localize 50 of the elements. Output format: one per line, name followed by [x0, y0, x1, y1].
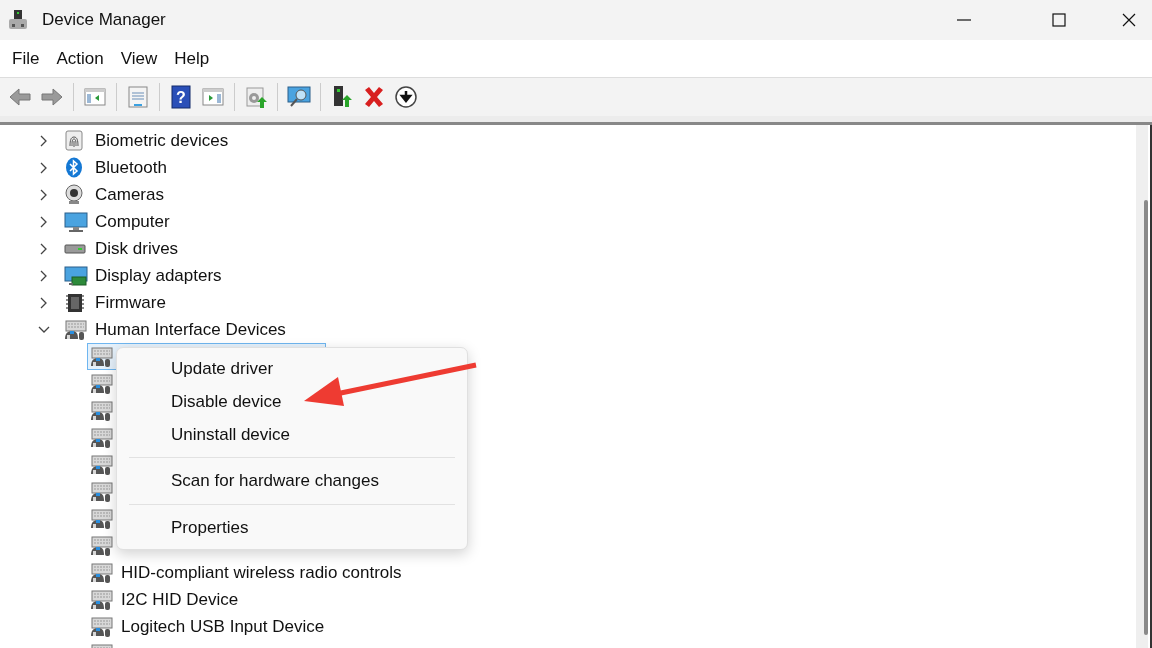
window-title: Device Manager [42, 10, 167, 30]
context-menu-item[interactable]: Properties [117, 511, 467, 545]
keyboard-mouse-icon [90, 588, 114, 611]
forward-arrow-icon [40, 85, 64, 109]
keyboard-mouse-icon [90, 615, 114, 638]
minimize-icon [957, 19, 971, 21]
back-arrow-icon [8, 85, 32, 109]
context-menu-item[interactable]: Disable device [117, 385, 467, 418]
maximize-icon [1052, 13, 1066, 27]
gear-upload-icon [244, 85, 268, 109]
tree-item[interactable]: Cameras [61, 181, 169, 208]
keyboard-mouse-icon [90, 399, 114, 422]
keyboard-mouse-icon [90, 372, 114, 395]
properties-sheet-icon [126, 85, 150, 109]
keyboard-mouse-icon [90, 480, 114, 503]
context-menu-item[interactable]: Scan for hardware changes [117, 464, 467, 498]
tree-item[interactable]: Human Interface Devices [61, 316, 291, 343]
display-adapter-icon [64, 264, 88, 287]
keyboard-mouse-icon [90, 345, 114, 368]
tree-item[interactable]: Bluetooth [61, 154, 172, 181]
tree-item[interactable]: Biometric devices [61, 127, 234, 154]
keyboard-mouse-icon [90, 561, 114, 584]
device-manager-icon [8, 9, 28, 31]
menu-item[interactable]: View [113, 44, 165, 73]
keyboard-mouse-icon [64, 318, 88, 341]
context-menu-item[interactable]: Update driver [117, 352, 467, 385]
tree-item[interactable]: Firmware [61, 289, 171, 316]
menu-item[interactable]: File [5, 44, 47, 73]
window-pane-icon [83, 85, 107, 109]
menu-item[interactable]: Help [167, 44, 217, 73]
tree-item[interactable]: I2C HID Device [87, 586, 244, 613]
monitor-icon [64, 210, 88, 233]
tree-item[interactable]: HID-compliant wireless radio controls [87, 559, 407, 586]
down-arrow-circle-icon [394, 85, 418, 109]
scrollbar[interactable] [1136, 125, 1148, 648]
keyboard-mouse-icon [90, 426, 114, 449]
tree-item[interactable]: Computer [61, 208, 175, 235]
menu-item[interactable]: Action [49, 44, 111, 73]
keyboard-mouse-icon [90, 507, 114, 530]
monitor-magnifier-icon [287, 85, 311, 109]
tree-item[interactable]: Disk drives [61, 235, 184, 262]
close-icon [1122, 13, 1136, 27]
keyboard-mouse-icon [90, 534, 114, 557]
tree-item[interactable]: Display adapters [61, 262, 227, 289]
tree-item[interactable]: Logitech USB Input Device [87, 613, 330, 640]
delete-x-icon [362, 85, 386, 109]
keyboard-mouse-icon [90, 453, 114, 476]
window-pane-icon [201, 85, 225, 109]
scrollbar-thumb[interactable] [1144, 200, 1148, 635]
context-menu-item[interactable]: Uninstall device [117, 418, 467, 451]
